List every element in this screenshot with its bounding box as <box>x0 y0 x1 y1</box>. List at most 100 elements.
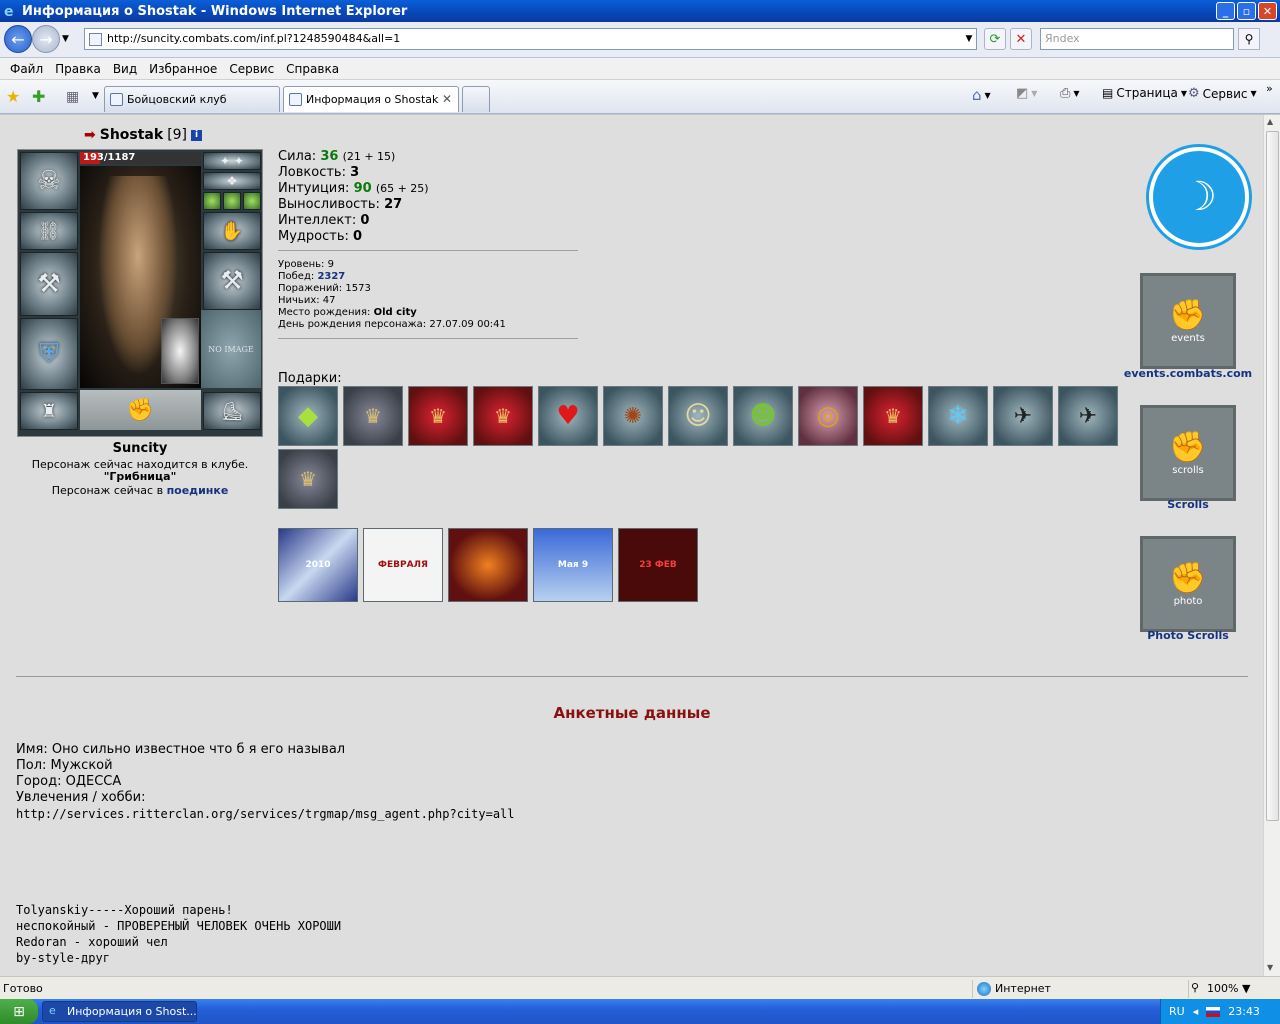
tab-close-icon[interactable]: ✕ <box>442 92 452 106</box>
new-tab-button[interactable] <box>462 86 490 112</box>
greeting-card[interactable]: ФЕВРАЛЯ <box>363 528 443 602</box>
gift-item[interactable]: ♛ <box>473 386 533 446</box>
ring3-slot[interactable] <box>243 192 261 210</box>
gift-item[interactable]: ♛ <box>408 386 468 446</box>
scrolls-banner[interactable]: ✊ scrolls <box>1140 405 1236 501</box>
scroll-down-icon[interactable]: ▼ <box>1267 963 1273 972</box>
forward-button[interactable]: → <box>32 25 60 53</box>
stop-button[interactable]: ✕ <box>1010 28 1032 50</box>
back-button[interactable]: ← <box>4 25 32 53</box>
greeting-card[interactable]: 23 ФЕВ <box>618 528 698 602</box>
stat-label: Выносливость: <box>278 197 380 212</box>
menu-file[interactable]: Файл <box>4 62 49 76</box>
tab-info-shostak[interactable]: Информация о Shostak ✕ <box>283 86 459 112</box>
language-indicator[interactable]: RU <box>1169 1005 1185 1018</box>
page-menu-button[interactable]: ▤ Страница ▼ <box>1102 86 1187 100</box>
address-input[interactable]: http://suncity.combats.com/inf.pl?124859… <box>84 28 977 50</box>
quick-tabs-icon[interactable]: ▦ <box>66 89 79 105</box>
tab-list-dropdown-icon[interactable]: ▼ <box>92 91 99 101</box>
gift-item[interactable]: ♥ <box>538 386 598 446</box>
refresh-button[interactable]: ⟳ <box>984 28 1006 50</box>
events-link[interactable]: events.combats.com <box>1118 367 1258 380</box>
gift-item[interactable]: ◆ <box>278 386 338 446</box>
gift-item[interactable]: ❄ <box>928 386 988 446</box>
battle-link[interactable]: поединке <box>167 484 229 497</box>
gift-item[interactable]: ☻ <box>733 386 793 446</box>
photo-scrolls-link[interactable]: Photo Scrolls <box>1118 629 1258 642</box>
gift-item[interactable]: ♛ <box>278 449 338 509</box>
greeting-card[interactable]: Мая 9 <box>533 528 613 602</box>
weapon-left-slot[interactable]: ⚒ <box>20 252 78 316</box>
zone-label: Интернет <box>995 982 1051 995</box>
gift-item[interactable]: ✈ <box>993 386 1053 446</box>
scrolls-link[interactable]: Scrolls <box>1118 498 1258 511</box>
scroll-up-icon[interactable]: ▲ <box>1267 117 1273 126</box>
earrings-slot[interactable]: ✦ ✦ <box>203 152 261 170</box>
tab-fight-club[interactable]: Бойцовский клуб <box>104 86 280 112</box>
private-message-arrow-icon[interactable]: ➡ <box>84 127 96 143</box>
menu-favorites[interactable]: Избранное <box>143 62 223 76</box>
close-button[interactable]: ✕ <box>1258 2 1277 20</box>
greeting-card[interactable] <box>448 528 528 602</box>
menu-edit[interactable]: Правка <box>49 62 107 76</box>
address-dropdown-icon[interactable]: ▼ <box>962 29 976 49</box>
hedgehog-icon: ✺ <box>623 403 643 429</box>
search-input[interactable]: Яndex <box>1040 28 1234 50</box>
belt-slot[interactable]: ♜ <box>20 392 78 430</box>
scrollbar-thumb[interactable] <box>1266 131 1279 821</box>
events-banner[interactable]: ✊ events <box>1140 273 1236 369</box>
ring1-slot[interactable] <box>203 192 221 210</box>
print-button[interactable]: ⎙ ▼ <box>1060 86 1080 101</box>
history-dropdown-icon[interactable]: ▼ <box>62 34 69 44</box>
gift-item[interactable]: ♛ <box>343 386 403 446</box>
helmet-slot[interactable]: ☠ <box>20 152 78 210</box>
gift-item[interactable]: ♛ <box>863 386 923 446</box>
tray-expand-icon[interactable]: ◂ <box>1193 1005 1199 1018</box>
minimize-button[interactable]: _ <box>1216 2 1235 20</box>
start-button[interactable]: ⊞ <box>0 999 38 1024</box>
menu-help[interactable]: Справка <box>280 62 345 76</box>
gloves-slot[interactable]: ✋ <box>203 212 261 250</box>
toolbar-chevron-icon[interactable]: » <box>1266 82 1273 95</box>
menu-tools[interactable]: Сервис <box>223 62 280 76</box>
photo-scrolls-banner[interactable]: ✊ photo <box>1140 536 1236 632</box>
pet-owl-image[interactable] <box>161 318 199 384</box>
tools-menu-button[interactable]: ⚙ Сервис ▼ <box>1188 86 1257 101</box>
maximize-button[interactable]: ▫ <box>1237 2 1256 20</box>
ice-icon: ❄ <box>947 401 969 431</box>
ring2-slot[interactable] <box>223 192 241 210</box>
zoom-control[interactable]: ⚲ 100% ▼ <box>1188 980 1258 998</box>
stat-label: Мудрость: <box>278 229 349 244</box>
favorites-star-icon[interactable]: ★ <box>6 87 20 106</box>
security-zone[interactable]: Интернет <box>972 980 1184 998</box>
globe-icon <box>977 982 991 996</box>
bracers-slot[interactable]: ⛓ <box>20 212 78 250</box>
gift-item[interactable]: ✈ <box>1058 386 1118 446</box>
boots-icon: ⛸ <box>220 400 244 422</box>
taskbar-ie-window[interactable]: e Информация о Shost... <box>42 1001 197 1022</box>
search-button[interactable]: ⚲ <box>1238 28 1260 50</box>
stat-value: 27 <box>384 197 403 212</box>
home-icon: ⌂ <box>972 86 982 104</box>
clock[interactable]: 23:43 <box>1228 1005 1260 1018</box>
amulet-slot[interactable]: ❖ <box>203 172 261 190</box>
home-button[interactable]: ⌂ ▼ <box>972 86 991 104</box>
hp-bar: 193/1187 <box>80 152 201 164</box>
gift-item[interactable]: ☺ <box>668 386 728 446</box>
add-favorite-icon[interactable]: ✚ <box>32 87 45 106</box>
greeting-card[interactable]: 2010 <box>278 528 358 602</box>
vertical-scrollbar[interactable]: ▲ ▼ <box>1263 115 1280 976</box>
city-emblem[interactable]: ☽ <box>1149 147 1249 247</box>
feeds-button[interactable]: ◩ ▼ <box>1016 86 1037 101</box>
axe-icon: ⚒ <box>37 269 61 299</box>
bomb-icon: ✈ <box>1013 403 1033 429</box>
info-icon[interactable]: i <box>191 129 203 141</box>
weapon-right-slot[interactable]: ⚒ <box>203 252 261 310</box>
gift-item[interactable]: ✺ <box>603 386 663 446</box>
boots-slot[interactable]: ⛸ <box>203 392 261 430</box>
armor-slot[interactable]: ⛨ <box>20 318 78 390</box>
gift-item[interactable]: ◎ <box>798 386 858 446</box>
wins-link[interactable]: 2327 <box>317 271 345 282</box>
menu-view[interactable]: Вид <box>107 62 143 76</box>
info-block: Уровень: 9 Побед: 2327 Поражений: 1573 Н… <box>278 259 506 331</box>
